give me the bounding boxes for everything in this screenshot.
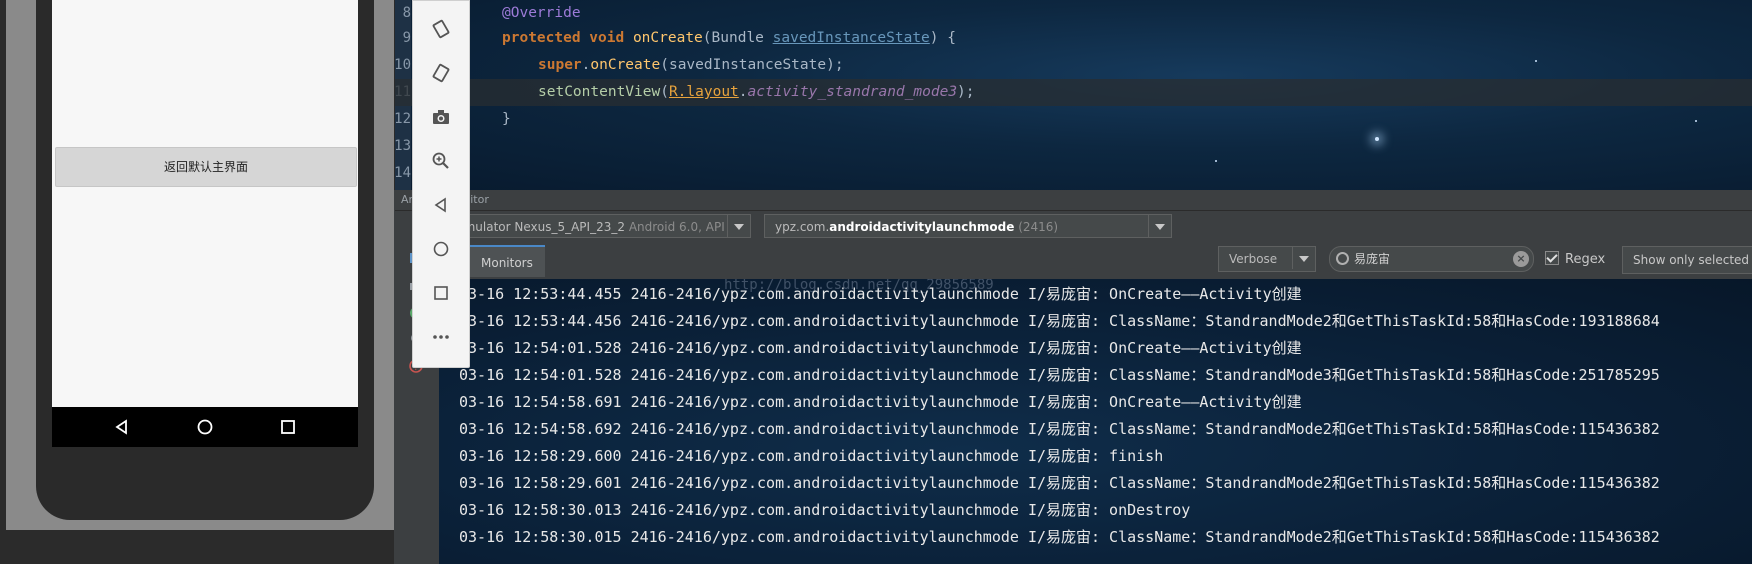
search-value: 易庞宙: [1354, 252, 1391, 266]
chevron-down-icon[interactable]: [727, 215, 750, 237]
log-line[interactable]: 03-16 12:53:44.455 2416-2416/ypz.com.and…: [459, 281, 1302, 308]
code-editor[interactable]: 8 9 10 11 12 13 14 @Override protected v…: [395, 0, 1752, 190]
code-line[interactable]: protected void onCreate(Bundle savedInst…: [395, 25, 1752, 52]
tab-monitors[interactable]: Monitors →*: [469, 245, 545, 302]
chevron-down-icon[interactable]: [1148, 215, 1171, 237]
code-token: (: [660, 84, 669, 100]
clear-icon[interactable]: ×: [1513, 251, 1529, 267]
back-icon[interactable]: [431, 195, 451, 215]
phone-navbar: [52, 407, 358, 447]
method-token: onCreate: [590, 57, 661, 73]
emulator-toolbar: [412, 0, 470, 368]
keyword-token: super: [538, 57, 582, 73]
param-token: savedInstanceState: [772, 30, 930, 46]
filter-select[interactable]: Show only selected application: [1622, 246, 1752, 274]
logcat-toolbar: Monitors →* Verbose 易庞宙 × Regex Show onl…: [439, 241, 1752, 302]
method-token: setContentView: [538, 84, 661, 100]
phone-body: 返回默认主界面: [36, 0, 374, 520]
line-number: 13: [395, 138, 411, 154]
more-icon[interactable]: [431, 327, 451, 347]
log-line[interactable]: 03-16 12:58:29.601 2416-2416/ypz.com.and…: [459, 470, 1660, 497]
log-line[interactable]: 03-16 12:58:30.013 2416-2416/ypz.com.and…: [459, 497, 1190, 524]
keyword-token: protected void: [502, 30, 633, 46]
process-pid: (2416): [1018, 220, 1059, 234]
log-line[interactable]: 03-16 12:54:01.528 2416-2416/ypz.com.and…: [459, 362, 1660, 389]
resource-token: R.layout: [668, 84, 739, 100]
code-token: ) {: [929, 30, 956, 46]
process-name: androidactivitylaunchmode: [829, 220, 1015, 234]
search-icon: [1336, 252, 1349, 265]
rotate-left-icon[interactable]: [431, 19, 451, 39]
process-select[interactable]: ypz.com.androidactivitylaunchmode (2416): [764, 214, 1172, 238]
overview-icon[interactable]: [431, 283, 451, 303]
code-token: (savedInstanceState);: [660, 57, 844, 73]
method-token: onCreate: [632, 30, 703, 46]
filter-value: Show only selected application: [1633, 253, 1752, 267]
checkbox-checked-icon[interactable]: [1545, 251, 1559, 265]
monitor-selector-bar: Emulator Nexus_5_API_23_2 Android 6.0, A…: [439, 211, 1752, 241]
code-token: }: [502, 111, 511, 127]
code-token: );: [957, 84, 975, 100]
device-name: Emulator Nexus_5_API_23_2: [456, 220, 625, 234]
regex-label: Regex: [1565, 252, 1606, 267]
field-token: activity_standrand_mode3: [747, 84, 958, 100]
code-token: .: [738, 84, 748, 100]
monitor-header: Android Monitor: [395, 190, 1752, 211]
logcat-search-input[interactable]: 易庞宙 ×: [1329, 246, 1534, 272]
device-select[interactable]: Emulator Nexus_5_API_23_2 Android 6.0, A…: [445, 214, 751, 238]
phone-screen[interactable]: 返回默认主界面: [52, 0, 358, 407]
zoom-icon[interactable]: [431, 151, 451, 171]
log-line[interactable]: 03-16 12:54:01.528 2416-2416/ypz.com.and…: [459, 335, 1302, 362]
emulator-window: 返回默认主界面: [6, 0, 394, 530]
star-decoration: [1215, 160, 1217, 162]
log-line[interactable]: 03-16 12:58:29.600 2416-2416/ypz.com.and…: [459, 443, 1163, 470]
nav-home-icon[interactable]: [195, 417, 215, 437]
code-line[interactable]: @Override: [395, 0, 1752, 27]
code-token: (Bundle: [702, 30, 773, 46]
regex-checkbox[interactable]: Regex: [1545, 251, 1605, 269]
log-line[interactable]: 03-16 12:54:58.692 2416-2416/ypz.com.and…: [459, 416, 1660, 443]
process-prefix: ypz.com.: [775, 220, 830, 234]
logcat-output[interactable]: http://blog.csdn.net/qq_29856589 03-16 1…: [439, 279, 1752, 564]
annotation-token: @Override: [502, 5, 581, 21]
log-level-select[interactable]: Verbose: [1218, 246, 1316, 272]
star-decoration: [1375, 137, 1379, 141]
code-line[interactable]: }: [395, 106, 1752, 133]
tab-monitors-label: Monitors: [481, 256, 533, 270]
home-icon[interactable]: [431, 239, 451, 259]
return-main-button[interactable]: 返回默认主界面: [55, 147, 357, 187]
rotate-right-icon[interactable]: [431, 63, 451, 83]
code-line-current[interactable]: setContentView(R.layout.activity_standra…: [395, 79, 1752, 106]
chevron-down-icon[interactable]: [1292, 247, 1315, 269]
nav-back-icon[interactable]: [112, 417, 132, 437]
code-line[interactable]: super.onCreate(savedInstanceState);: [395, 52, 1752, 79]
log-line[interactable]: 03-16 12:54:58.691 2416-2416/ypz.com.and…: [459, 389, 1302, 416]
camera-icon[interactable]: [431, 107, 451, 127]
nav-overview-icon[interactable]: [278, 417, 298, 437]
log-line[interactable]: 03-16 12:53:44.456 2416-2416/ypz.com.and…: [459, 308, 1660, 335]
log-level-value: Verbose: [1229, 252, 1278, 266]
line-number: 14: [395, 165, 411, 181]
log-line[interactable]: 03-16 12:58:30.015 2416-2416/ypz.com.and…: [459, 524, 1660, 551]
